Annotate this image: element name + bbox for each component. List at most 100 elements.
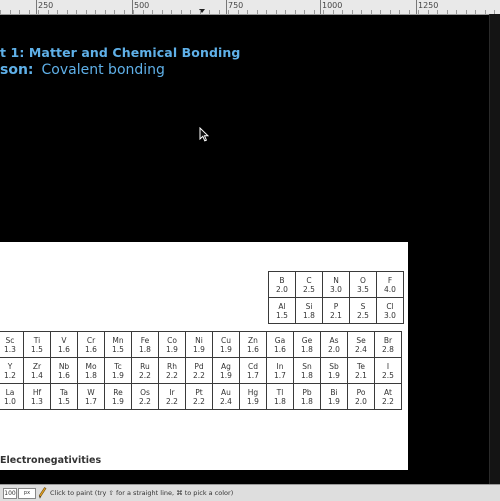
ruler-minor-tick [371, 10, 372, 14]
element-electronegativity: 2.0 [276, 284, 288, 294]
element-symbol: V [61, 335, 67, 345]
ruler-minor-tick [200, 10, 201, 14]
element-symbol: Zr [32, 361, 42, 371]
element-symbol: N [333, 275, 339, 285]
element-symbol: Co [167, 335, 177, 345]
element-cell: Pb 1.8 [293, 383, 321, 410]
element-cell: Au 2.4 [212, 383, 240, 410]
ruler-minor-tick [67, 10, 68, 14]
element-electronegativity: 2.4 [220, 396, 232, 406]
ruler-label: 1250 [418, 1, 439, 10]
element-electronegativity: 1.9 [166, 344, 178, 354]
ruler-minor-tick [162, 10, 163, 14]
element-electronegativity: 2.4 [355, 344, 367, 354]
element-symbol: Sb [329, 361, 339, 371]
element-symbol: Cr [86, 335, 96, 345]
element-electronegativity: 1.3 [31, 396, 43, 406]
element-electronegativity: 1.5 [31, 344, 43, 354]
element-electronegativity: 2.8 [382, 344, 394, 354]
lesson-prefix: son: [0, 62, 34, 78]
element-symbol: C [306, 275, 312, 285]
ruler-minor-tick [133, 10, 134, 14]
element-cell: Cr 1.6 [77, 331, 105, 358]
element-cell: In 1.7 [266, 357, 294, 384]
element-electronegativity: 1.5 [276, 310, 288, 320]
element-electronegativity: 2.0 [328, 344, 340, 354]
slide-unit-title: t 1: Matter and Chemical Bonding [0, 45, 241, 60]
element-symbol: Cd [248, 361, 258, 371]
ruler-minor-tick [228, 10, 229, 14]
element-cell: La 1.0 [0, 383, 24, 410]
ruler-minor-tick [342, 10, 343, 14]
element-symbol: Au [221, 387, 231, 397]
element-electronegativity: 1.8 [85, 370, 97, 380]
element-symbol: F [387, 275, 393, 285]
element-electronegativity: 1.9 [112, 370, 124, 380]
horizontal-ruler[interactable]: 250 500 750 1000 1250 [0, 0, 500, 15]
element-symbol: W [87, 387, 95, 397]
element-electronegativity: 1.8 [274, 396, 286, 406]
element-electronegativity: 2.2 [139, 396, 151, 406]
element-electronegativity: 1.8 [301, 396, 313, 406]
element-cell: As 2.0 [320, 331, 348, 358]
ruler-minor-tick [152, 10, 153, 14]
element-electronegativity: 1.8 [301, 344, 313, 354]
ruler-minor-tick [95, 10, 96, 14]
element-symbol: As [329, 335, 339, 345]
element-cell: Si 1.8 [295, 297, 323, 324]
element-cell: Te 2.1 [347, 357, 375, 384]
element-row: Al 1.5 Si 1.8 P 2.1 S 2.5 Cl 3.0 [268, 297, 404, 324]
ruler-minor-tick [437, 10, 438, 14]
element-symbol: Cl [386, 301, 394, 311]
ruler-major-tick [226, 0, 227, 14]
element-symbol: Ru [140, 361, 150, 371]
ruler-minor-tick [19, 10, 20, 14]
slide-lesson-line: son: Covalent bonding [0, 62, 165, 78]
ruler-minor-tick [38, 10, 39, 14]
element-cell: O 3.5 [349, 271, 377, 298]
ruler-label: 500 [134, 1, 150, 10]
element-electronegativity: 1.9 [328, 396, 340, 406]
ruler-minor-tick [399, 10, 400, 14]
element-cell: Nb 1.6 [50, 357, 78, 384]
element-symbol: Te [357, 361, 365, 371]
element-cell: Fe 1.8 [131, 331, 159, 358]
element-cell: S 2.5 [349, 297, 377, 324]
element-electronegativity: 2.1 [355, 370, 367, 380]
element-electronegativity: 2.2 [139, 370, 151, 380]
ruler-minor-tick [105, 10, 106, 14]
element-row: B 2.0 C 2.5 N 3.0 O 3.5 F 4.0 [268, 271, 404, 298]
arrow-cursor-icon [199, 127, 209, 142]
ruler-minor-tick [48, 10, 49, 14]
element-symbol: Tl [276, 387, 284, 397]
element-electronegativity: 2.0 [355, 396, 367, 406]
ruler-minor-tick [323, 10, 324, 14]
element-cell: V 1.6 [50, 331, 78, 358]
element-electronegativity: 3.0 [384, 310, 396, 320]
unit-select[interactable]: px [18, 488, 36, 499]
element-cell: Mo 1.8 [77, 357, 105, 384]
element-symbol: Fe [140, 335, 150, 345]
element-electronegativity: 2.2 [382, 396, 394, 406]
element-symbol: Sc [5, 335, 15, 345]
ruler-minor-tick [257, 10, 258, 14]
element-cell: Ta 1.5 [50, 383, 78, 410]
ruler-minor-tick [29, 10, 30, 14]
ruler-minor-tick [475, 10, 476, 14]
ruler-minor-tick [124, 10, 125, 14]
zoom-field[interactable]: 100 [3, 488, 17, 499]
ruler-label: 750 [228, 1, 244, 10]
element-electronegativity: 1.6 [274, 344, 286, 354]
element-electronegativity: 1.8 [139, 344, 151, 354]
element-symbol: Nb [58, 361, 70, 371]
element-symbol: Pt [195, 387, 203, 397]
element-symbol: At [384, 387, 392, 397]
element-cell: Ni 1.9 [185, 331, 213, 358]
element-cell: Tl 1.8 [266, 383, 294, 410]
vertical-scrollbar[interactable] [489, 14, 500, 484]
element-electronegativity: 1.3 [4, 344, 16, 354]
element-symbol: Ge [301, 335, 313, 345]
element-cell: Se 2.4 [347, 331, 375, 358]
element-symbol: Si [305, 301, 313, 311]
element-symbol: Rh [167, 361, 177, 371]
